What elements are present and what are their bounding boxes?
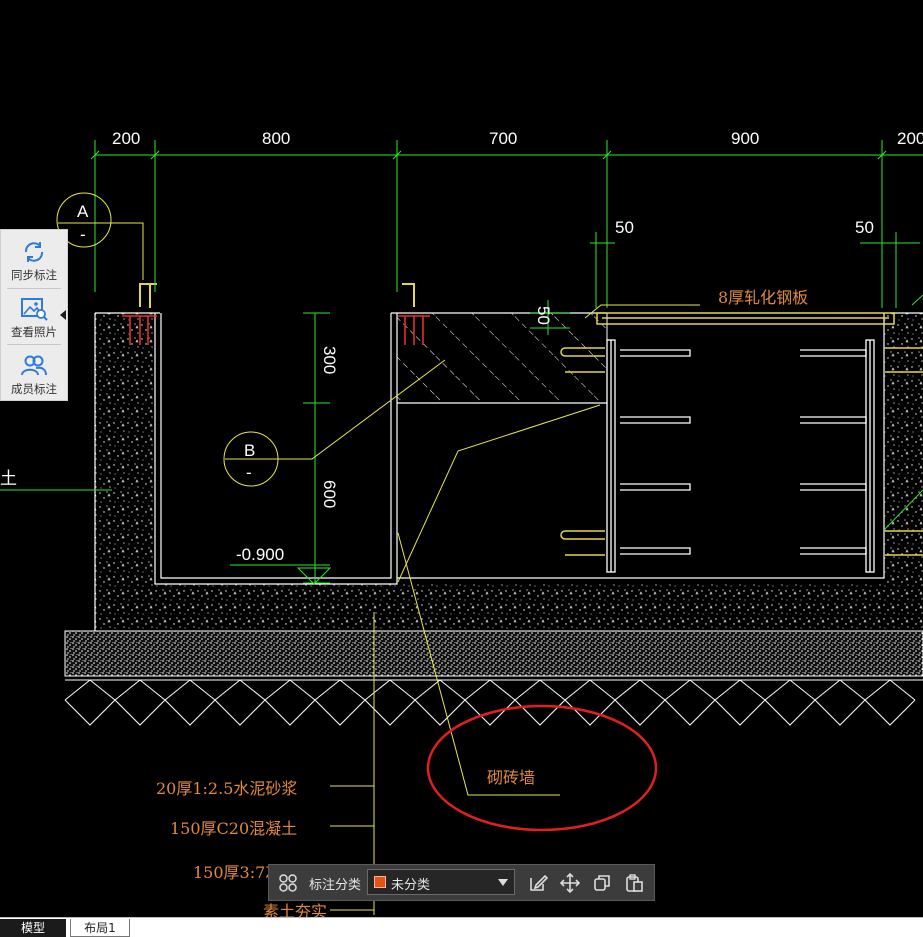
steel-frame: [606, 339, 875, 573]
dim-50-vertical: 50: [534, 306, 553, 325]
layer-note-concrete: 150厚C20混凝土: [170, 819, 297, 838]
side-divider: [7, 344, 61, 345]
dim-900: 900: [731, 129, 759, 148]
layout-tabs: 模型 布局1: [0, 917, 923, 937]
category-label: 标注分类: [309, 878, 362, 893]
tab-layout1[interactable]: 布局1: [70, 919, 130, 937]
copy-button[interactable]: [587, 865, 617, 900]
copy-icon: [594, 874, 610, 891]
sync-icon: [24, 242, 44, 262]
sync-annotation-label: 同步标注: [11, 268, 57, 282]
side-divider: [7, 288, 61, 289]
category-select[interactable]: 未分类: [367, 869, 515, 895]
dim-700: 700: [489, 129, 517, 148]
steel-plate: [596, 312, 895, 325]
anchor-bolts: [122, 315, 430, 345]
paste-icon: [626, 873, 643, 892]
steel-plate-note: 8厚轧化钢板: [718, 288, 808, 307]
left-edge-text: 土: [0, 469, 17, 488]
member-annotation-button[interactable]: 成员标注: [1, 347, 67, 403]
category-color-swatch: [374, 876, 386, 888]
brick-wall-note: 砌砖墙: [487, 768, 535, 787]
edit-button[interactable]: [523, 865, 553, 900]
frame-rungs: [620, 349, 867, 555]
dim-50-b: 50: [855, 218, 874, 237]
dim-600: 600: [320, 480, 339, 508]
annotation-side-panel: 同步标注 查看照片 成员标注: [0, 229, 68, 401]
dim-200-left: 200: [112, 129, 140, 148]
category-select-value: 未分类: [391, 878, 431, 893]
callout-b-sub: -: [246, 463, 252, 482]
members-icon: [21, 355, 47, 376]
lime-soil-layer: [64, 630, 923, 677]
tab-model[interactable]: 模型: [0, 919, 66, 937]
dim-300: 300: [320, 346, 339, 374]
cad-drawing-canvas[interactable]: 200 800 700 900 200 50 50 50 300 600 -0.…: [0, 0, 923, 917]
paste-button[interactable]: [619, 865, 649, 900]
sync-annotation-button[interactable]: 同步标注: [1, 233, 67, 289]
layer-note-mortar: 20厚1:2.5水泥砂浆: [156, 779, 297, 798]
rammed-earth-hatch: [64, 679, 923, 726]
highlight-ellipse[interactable]: [426, 704, 658, 832]
chevron-down-icon: [498, 879, 508, 886]
grid-menu-button[interactable]: [273, 865, 303, 900]
callout-a-letter: A: [77, 202, 89, 221]
angle-steel: [139, 283, 415, 308]
view-photos-button[interactable]: 查看照片: [1, 290, 67, 346]
move-icon: [560, 872, 580, 893]
grid-icon: [279, 873, 297, 892]
member-annotation-label: 成员标注: [11, 382, 57, 396]
callout-a-sub: -: [80, 225, 86, 244]
callout-a[interactable]: A -: [56, 192, 144, 280]
annotation-toolbar: 标注分类 未分类: [268, 864, 655, 901]
dim-50-a: 50: [615, 218, 634, 237]
edit-icon: [530, 874, 548, 891]
brick-cap-hatch: [396, 312, 608, 404]
view-photos-label: 查看照片: [11, 325, 57, 339]
collapse-arrow-icon[interactable]: [59, 310, 68, 320]
move-button[interactable]: [555, 865, 585, 900]
callout-b-letter: B: [244, 441, 255, 460]
photo-icon: [21, 298, 48, 321]
elevation-label: -0.900: [236, 545, 284, 564]
layer-note-rammed-earth: 素土夯实: [263, 902, 327, 917]
dim-800: 800: [262, 129, 290, 148]
dim-200-right: 200: [897, 129, 923, 148]
